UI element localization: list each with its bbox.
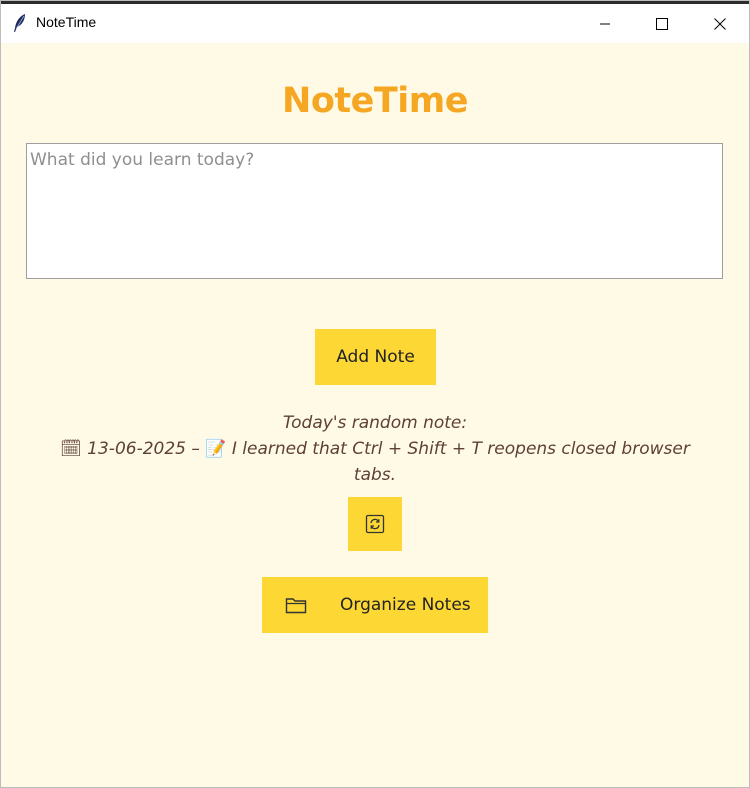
app-content: NoteTime Add Note Today's random note: 🗓… xyxy=(1,43,749,787)
calendar-icon: 🗓 xyxy=(60,439,82,459)
window-title: NoteTime xyxy=(36,14,97,30)
maximize-icon xyxy=(656,17,668,30)
note-text: I learned that Ctrl + Shift + T reopens … xyxy=(231,439,690,485)
close-icon xyxy=(714,17,726,30)
notetime-window: NoteTime NoteTime Add Note Today's rando… xyxy=(0,0,750,788)
note-input[interactable] xyxy=(26,143,723,279)
minimize-button[interactable] xyxy=(582,4,628,43)
add-note-button[interactable]: Add Note xyxy=(315,329,436,385)
maximize-button[interactable] xyxy=(639,4,685,43)
app-heading: NoteTime xyxy=(282,81,468,121)
random-note-header: Today's random note: xyxy=(282,413,468,433)
organize-notes-label: Organize Notes xyxy=(340,595,471,615)
memo-icon: 📝 xyxy=(205,439,227,459)
random-note-body: 🗓 13-06-2025 – 📝 I learned that Ctrl + S… xyxy=(41,436,709,488)
feather-icon xyxy=(14,14,25,32)
organize-notes-button[interactable]: Organize Notes xyxy=(262,577,488,633)
title-bar[interactable]: NoteTime xyxy=(1,4,749,43)
folder-icon xyxy=(285,598,307,614)
random-note: Today's random note: 🗓 13-06-2025 – 📝 I … xyxy=(41,410,709,488)
refresh-icon xyxy=(365,514,385,534)
minimize-icon xyxy=(600,23,610,24)
refresh-note-button[interactable] xyxy=(348,497,402,551)
note-date: 13-06-2025 xyxy=(87,439,186,459)
note-separator: – xyxy=(191,439,200,459)
close-button[interactable] xyxy=(697,4,743,43)
